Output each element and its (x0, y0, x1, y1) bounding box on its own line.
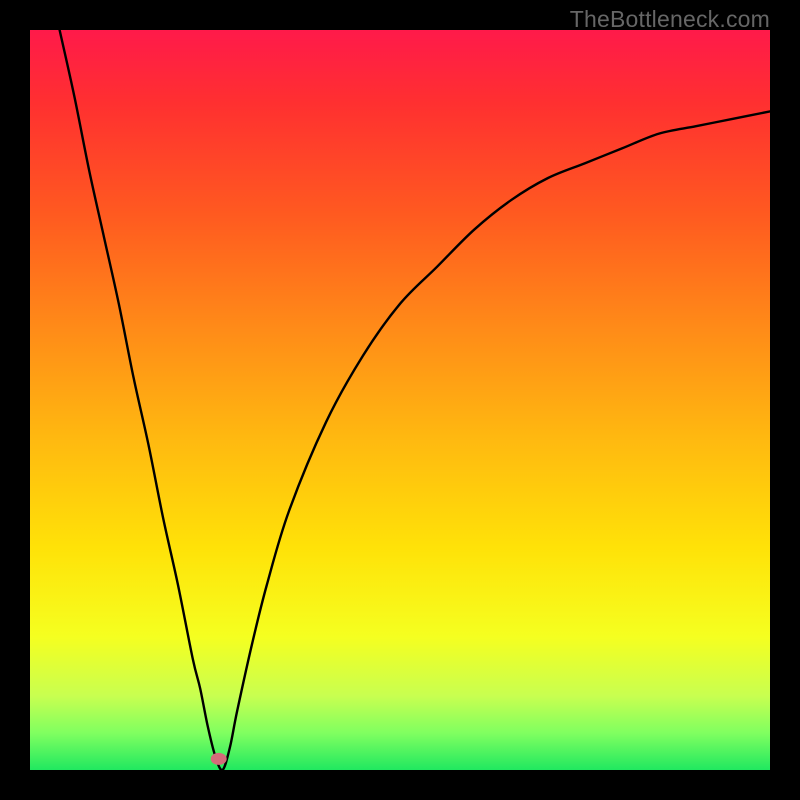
bottleneck-chart (30, 30, 770, 770)
watermark-text: TheBottleneck.com (570, 6, 770, 33)
minimum-marker (211, 753, 227, 765)
gradient-background (30, 30, 770, 770)
chart-frame (30, 30, 770, 770)
